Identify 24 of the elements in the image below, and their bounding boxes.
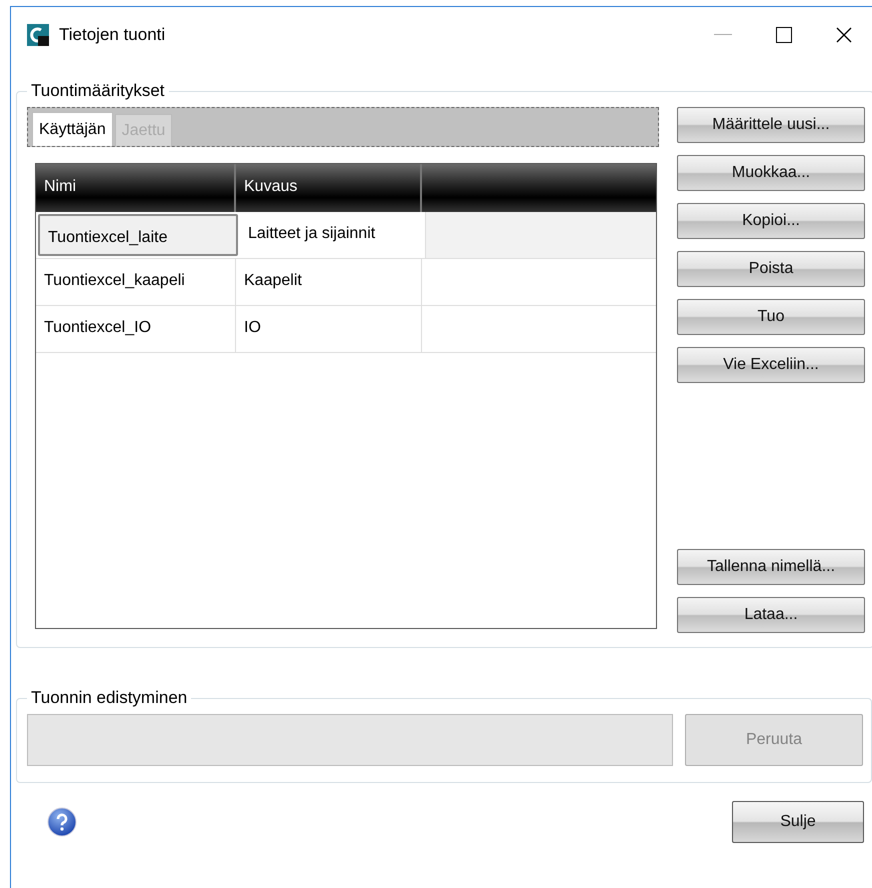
group-title: Tuonnin edistyminen <box>30 688 188 708</box>
action-button[interactable]: Määrittele uusi... <box>677 107 865 143</box>
action-button[interactable]: Vie Exceliin... <box>677 347 865 383</box>
action-button[interactable]: Poista <box>677 251 865 287</box>
close-icon[interactable] <box>836 27 852 43</box>
app-icon <box>27 24 49 46</box>
table-cell[interactable]: Tuontiexcel_kaapeli <box>36 259 236 305</box>
table-cell[interactable]: IO <box>236 306 422 352</box>
window-title: Tietojen tuonti <box>59 25 166 45</box>
action-button[interactable]: Tuo <box>677 299 865 335</box>
tab[interactable]: Käyttäjän <box>32 112 113 146</box>
close-button[interactable]: Sulje <box>732 801 864 843</box>
table-cell[interactable]: Kaapelit <box>236 259 422 305</box>
help-icon[interactable] <box>47 807 77 837</box>
action-button[interactable]: Muokkaa... <box>677 155 865 191</box>
action-button[interactable]: Tallenna nimellä... <box>677 549 865 585</box>
column-header[interactable]: Nimi <box>36 164 236 212</box>
table-cell[interactable]: Tuontiexcel_IO <box>36 306 236 352</box>
column-header[interactable]: Kuvaus <box>236 164 422 212</box>
maximize-icon[interactable] <box>776 27 792 43</box>
action-button[interactable]: Kopioi... <box>677 203 865 239</box>
table-cell[interactable]: Tuontiexcel_laite <box>38 214 238 256</box>
action-button[interactable]: Lataa... <box>677 597 865 633</box>
group-title: Tuontimääritykset <box>30 81 166 101</box>
